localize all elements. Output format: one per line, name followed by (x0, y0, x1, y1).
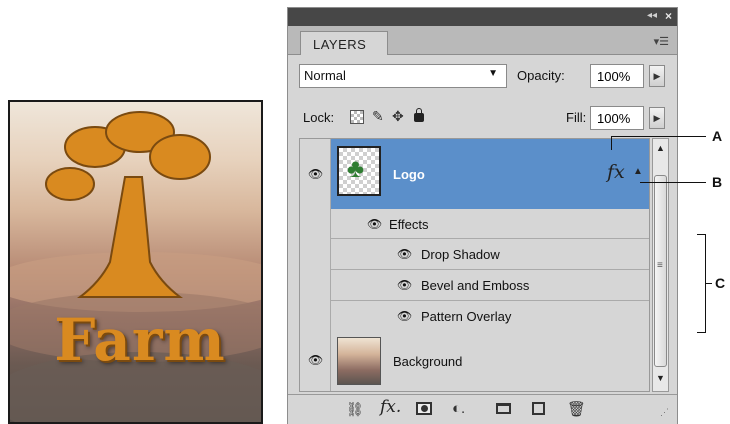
callout-a-leader (611, 136, 612, 150)
effect-pattern-overlay[interactable]: 👁 Pattern Overlay (331, 301, 649, 332)
new-layer-icon[interactable] (532, 402, 545, 415)
expand-effects-icon[interactable]: ▲ (633, 166, 643, 177)
visibility-column: 👁 (300, 139, 331, 331)
eye-icon[interactable]: 👁 (397, 247, 412, 261)
layers-toolbar: ⛓ fx. ◐. 🗑 ⋰ (288, 394, 677, 424)
effects-label: Effects (389, 217, 429, 232)
effects-row[interactable]: 👁 Effects (331, 209, 649, 239)
layer-thumbnail: ♣ (337, 146, 381, 196)
lock-image-pixels-icon[interactable]: ✎ (372, 108, 384, 125)
layers-list: 👁 ♣ Logo fx ▲ 👁 Effects 👁 Drop Shadow 👁 … (299, 138, 650, 392)
add-mask-icon[interactable] (416, 402, 432, 415)
layer-name: Background (393, 354, 463, 369)
grip-icon: ≡ (657, 260, 663, 271)
callout-c-bracket (697, 234, 706, 333)
chevron-down-icon: ▼ (488, 68, 498, 79)
add-layer-style-icon[interactable]: fx. (380, 397, 401, 417)
scroll-thumb[interactable]: ≡ (654, 175, 667, 367)
panel-title-bar: ◂◂ × (288, 8, 677, 26)
effect-label: Drop Shadow (421, 247, 500, 262)
eye-icon[interactable]: 👁 (308, 353, 323, 367)
lock-all-icon[interactable] (414, 108, 424, 122)
lock-position-icon[interactable]: ✥ (392, 108, 404, 125)
callout-a-line (611, 136, 706, 137)
close-icon[interactable]: × (665, 9, 672, 23)
scroll-up-icon[interactable]: ▲ (656, 143, 665, 153)
opacity-slider-button[interactable]: ▶ (649, 65, 665, 87)
delete-layer-icon[interactable]: 🗑 (567, 400, 586, 418)
layer-name: Logo (393, 167, 425, 182)
visibility-column: 👁 (300, 331, 331, 391)
adjustment-layer-icon[interactable]: ◐. (452, 400, 465, 417)
layer-thumbnail (337, 337, 381, 385)
resize-grip-icon[interactable]: ⋰ (660, 407, 669, 418)
new-group-icon[interactable] (496, 403, 511, 414)
lock-label: Lock: (303, 110, 335, 125)
tree-icon: ♣ (347, 153, 365, 183)
fill-slider-button[interactable]: ▶ (649, 107, 665, 129)
collapse-icon[interactable]: ◂◂ (647, 10, 657, 21)
eye-icon[interactable]: 👁 (397, 309, 412, 323)
panel-menu-icon[interactable]: ▾☰ (654, 35, 669, 48)
callout-c-label: C (715, 275, 726, 291)
scroll-down-icon[interactable]: ▼ (656, 373, 665, 383)
eye-icon[interactable]: 👁 (397, 278, 412, 292)
layer-logo[interactable]: ♣ Logo fx ▲ (331, 139, 649, 209)
callout-c-line (706, 283, 712, 284)
lock-transparent-pixels-icon[interactable] (350, 110, 364, 124)
callout-b-line (640, 182, 706, 183)
tab-layers[interactable]: LAYERS (300, 31, 388, 55)
layer-background[interactable]: Background (331, 331, 649, 391)
layers-panel: ◂◂ × LAYERS ▾☰ Normal ▼ Opacity: 100% ▶ … (287, 7, 678, 424)
opacity-label: Opacity: (517, 68, 565, 83)
link-layers-icon[interactable]: ⛓ (346, 401, 364, 418)
fx-icon[interactable]: fx (607, 161, 625, 183)
effect-label: Pattern Overlay (421, 309, 512, 324)
fill-field[interactable]: 100% (590, 106, 644, 130)
opacity-field[interactable]: 100% (590, 64, 644, 88)
fill-label: Fill: (566, 110, 587, 125)
effect-drop-shadow[interactable]: 👁 Drop Shadow (331, 239, 649, 270)
callout-a-label: A (712, 128, 723, 144)
eye-icon[interactable]: 👁 (367, 217, 382, 231)
tree-logo (45, 111, 211, 298)
panel-tab-strip: LAYERS ▾☰ (288, 26, 677, 55)
blend-mode-select[interactable]: Normal ▼ (299, 64, 507, 88)
blend-mode-value: Normal (304, 68, 346, 83)
scrollbar[interactable]: ▲ ≡ ▼ (652, 138, 669, 392)
eye-icon[interactable]: 👁 (308, 167, 323, 181)
farm-artwork: Farm (8, 100, 263, 424)
farm-title: Farm (54, 306, 226, 374)
effect-label: Bevel and Emboss (421, 278, 530, 293)
effect-bevel-emboss[interactable]: 👁 Bevel and Emboss (331, 270, 649, 301)
callout-b-label: B (712, 174, 723, 190)
